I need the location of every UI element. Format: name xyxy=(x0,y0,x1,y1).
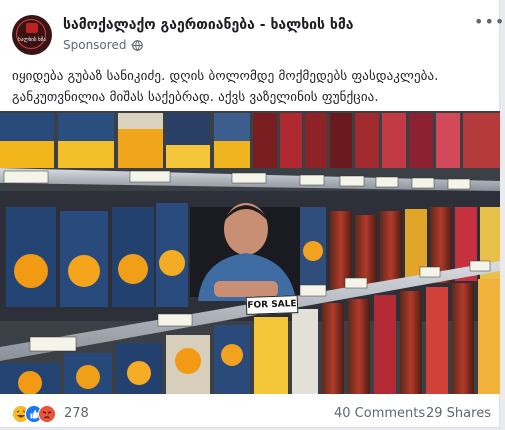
middle-shelf-jars xyxy=(300,207,500,289)
caption-line-1: იყიდება გუბაზ სანიკიძე. დღის ბოლომდე მოქ… xyxy=(12,69,439,84)
top-shelf-cans xyxy=(0,113,500,168)
more-options-icon[interactable]: ••• xyxy=(474,12,505,31)
post-photo[interactable] xyxy=(0,111,500,394)
middle-shelf-cans xyxy=(6,203,188,307)
sponsored-row: Sponsored · xyxy=(63,38,134,52)
sponsored-label[interactable]: Sponsored xyxy=(63,38,126,52)
shares-count-link[interactable]: 29 Shares xyxy=(426,406,491,421)
reaction-count[interactable]: 278 xyxy=(64,406,89,421)
globe-icon[interactable] xyxy=(132,40,143,51)
avatar-logo-flag xyxy=(26,23,38,33)
man-figure xyxy=(190,203,302,301)
for-sale-sign: FOR SALE xyxy=(245,295,299,315)
sponsored-post: ხალხის ხმა სამოქალაქო გაერთიანება - ხალხ… xyxy=(0,0,504,428)
page-name-link[interactable]: სამოქალაქო გაერთიანება - ხალხის ხმა xyxy=(63,17,354,33)
post-caption: იყიდება გუბაზ სანიკიძე. დღის ბოლომდე მოქ… xyxy=(12,66,494,108)
supermarket-shelf-image xyxy=(0,111,500,394)
caption-line-2: განკუთვნილია მიშას საქებრად. აქვს ვაზელი… xyxy=(12,90,379,105)
comments-count-link[interactable]: 40 Comments xyxy=(334,406,425,421)
page-avatar[interactable]: ხალხის ხმა xyxy=(12,15,52,55)
avatar-logo-text: ხალხის ხმა xyxy=(18,37,46,43)
angry-reaction-icon xyxy=(38,405,56,423)
